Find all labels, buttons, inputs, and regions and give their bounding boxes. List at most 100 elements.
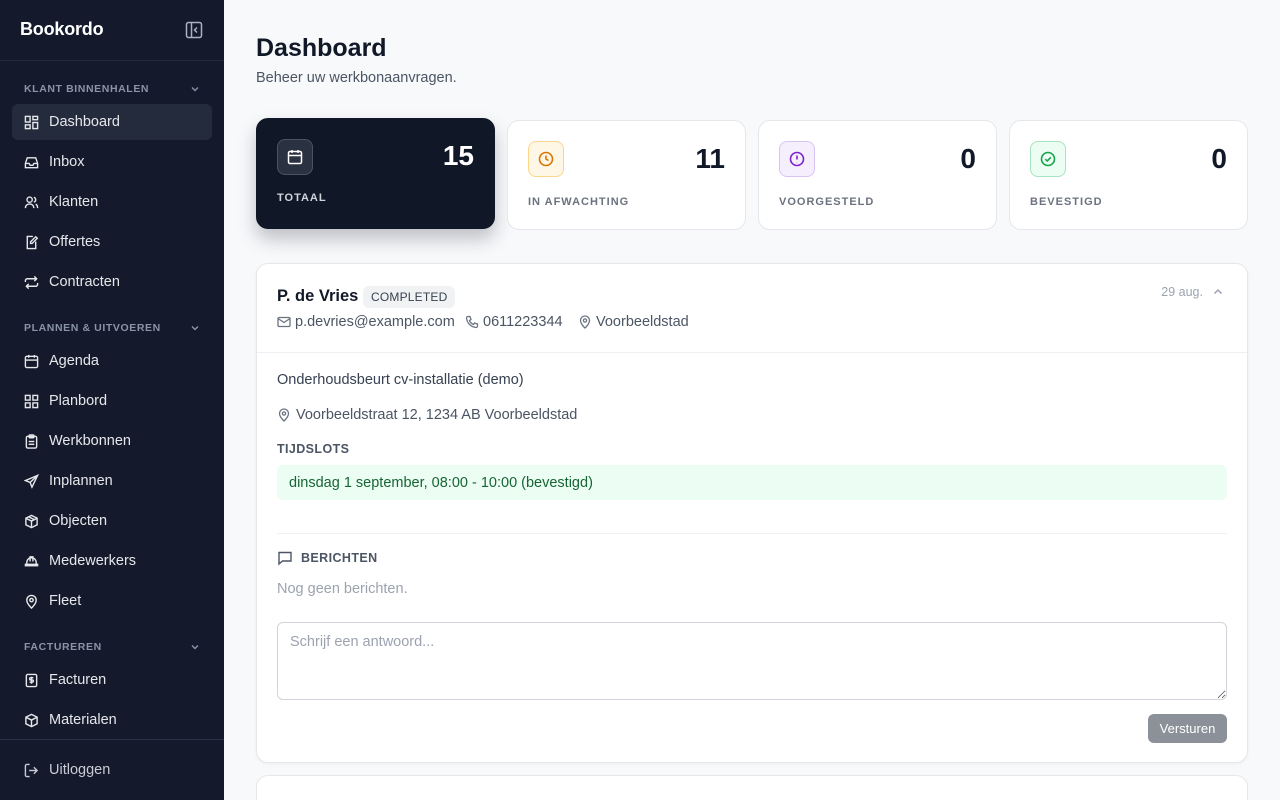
sidebar-item-dashboard[interactable]: Dashboard [12, 104, 212, 140]
customer-email[interactable]: p.devries@example.com [277, 314, 455, 330]
timeslots-heading: TIJDSLOTS [277, 442, 350, 456]
request-description: Onderhoudsbeurt cv-installatie (demo) [277, 372, 524, 388]
grid-icon [24, 394, 39, 408]
sidebar-item-inplannen[interactable]: Inplannen [12, 463, 212, 499]
sidebar: Bookordo KLANT BINNENHALEN Dashboard Inb… [0, 0, 224, 800]
address-text: Voorbeeldstraat 12, 1234 AB Voorbeeldsta… [296, 407, 578, 423]
receipt-icon [25, 673, 38, 687]
sidebar-item-agenda[interactable]: Agenda [12, 343, 212, 379]
timeslot-item: dinsdag 1 september, 08:00 - 10:00 (beve… [277, 465, 1227, 500]
sidebar-item-label: Agenda [49, 353, 99, 369]
sidebar-collapse-button[interactable] [184, 20, 204, 40]
divider [0, 739, 224, 740]
stat-label: VOORGESTELD [779, 196, 875, 208]
stat-card-voorgesteld[interactable]: 0 VOORGESTELD [758, 120, 997, 230]
email-text: p.devries@example.com [295, 314, 455, 330]
main-content: Dashboard Beheer uw werkbonaanvragen. 15… [224, 0, 1280, 800]
message-square-icon [278, 551, 292, 566]
sidebar-item-offertes[interactable]: Offertes [12, 224, 212, 260]
stat-value: 0 [960, 143, 976, 174]
reply-input[interactable] [277, 622, 1227, 700]
clipboard-icon [25, 433, 38, 449]
map-pin-icon [26, 594, 37, 609]
log-out-icon [24, 763, 39, 777]
chevron-up-icon [1213, 288, 1223, 295]
file-edit-icon [26, 235, 39, 249]
section-header-klant-binnenhalen[interactable]: KLANT BINNENHALEN [24, 82, 200, 96]
page-subtitle: Beheer uw werkbonaanvragen. [256, 70, 457, 86]
section-header-plannen-uitvoeren[interactable]: PLANNEN & UITVOEREN [24, 321, 200, 335]
request-card [256, 775, 1248, 800]
send-icon [24, 473, 39, 489]
sidebar-item-label: Inplannen [49, 473, 113, 489]
users-icon [24, 195, 39, 208]
stat-icon [277, 139, 313, 175]
sidebar-item-label: Contracten [49, 274, 120, 290]
map-pin-icon [278, 408, 290, 422]
boxes-icon [25, 514, 38, 528]
app-logo: Bookordo [20, 19, 104, 39]
logout-button[interactable]: Uitloggen [12, 752, 212, 788]
stat-card-in-afwachting[interactable]: 11 IN AFWACHTING [507, 120, 746, 230]
stat-icon [528, 141, 564, 177]
alert-circle-icon [789, 151, 805, 167]
sidebar-item-label: Offertes [49, 234, 101, 250]
panel-left-close-icon [185, 21, 203, 39]
repeat-icon [24, 275, 39, 289]
sidebar-item-label: Objecten [49, 513, 108, 529]
stat-label: TOTAAL [277, 192, 327, 204]
sidebar-item-label: Facturen [49, 672, 107, 688]
sidebar-item-planbord[interactable]: Planbord [12, 383, 212, 419]
dashboard-icon [24, 115, 39, 129]
stat-card-bevestigd[interactable]: 0 BEVESTIGD [1009, 120, 1248, 230]
sidebar-item-werkbonnen[interactable]: Werkbonnen [12, 423, 212, 459]
stat-label: IN AFWACHTING [528, 196, 630, 208]
customer-city: Voorbeeldstad [578, 314, 689, 330]
sidebar-item-label: Inbox [49, 154, 85, 170]
send-button[interactable]: Versturen [1148, 714, 1227, 743]
sidebar-item-materialen[interactable]: Materialen [12, 702, 212, 738]
sidebar-item-objecten[interactable]: Objecten [12, 503, 212, 539]
sidebar-item-facturen[interactable]: Facturen [12, 662, 212, 698]
stat-value: 15 [442, 140, 474, 171]
divider [257, 352, 1247, 353]
stat-value: 0 [1211, 143, 1227, 174]
phone-icon [465, 315, 479, 329]
sidebar-item-inbox[interactable]: Inbox [12, 144, 212, 180]
sidebar-item-label: Medewerkers [49, 553, 137, 569]
calendar-icon [24, 354, 39, 368]
request-card: P. de Vries COMPLETED 29 aug. p.devries@… [256, 263, 1248, 763]
stat-icon [779, 141, 815, 177]
sidebar-item-label: Klanten [49, 194, 99, 210]
sidebar-item-contracten[interactable]: Contracten [12, 264, 212, 300]
stat-card-totaal[interactable]: 15 TOTAAL [256, 118, 495, 229]
chevron-down-icon [191, 645, 199, 650]
logout-label: Uitloggen [49, 762, 111, 778]
check-circle-icon [1040, 151, 1056, 167]
phone-text: 0611223344 [483, 314, 563, 330]
sidebar-item-klanten[interactable]: Klanten [12, 184, 212, 220]
sidebar-item-label: Werkbonnen [49, 433, 131, 449]
messages-heading: BERICHTEN [277, 550, 378, 566]
request-date: 29 aug. [1161, 285, 1203, 299]
messages-heading-label: BERICHTEN [301, 551, 378, 565]
section-title: KLANT BINNENHALEN [24, 83, 150, 95]
section-title: FACTUREREN [24, 641, 102, 653]
sidebar-item-fleet[interactable]: Fleet [12, 583, 212, 619]
page-title: Dashboard [256, 34, 387, 62]
stat-label: BEVESTIGD [1030, 196, 1103, 208]
sidebar-item-label: Dashboard [49, 114, 120, 130]
sidebar-item-label: Fleet [49, 593, 82, 609]
chevron-down-icon [191, 87, 199, 92]
sidebar-item-medewerkers[interactable]: Medewerkers [12, 543, 212, 579]
city-text: Voorbeeldstad [596, 314, 689, 330]
collapse-card-button[interactable] [1209, 283, 1227, 301]
request-address: Voorbeeldstraat 12, 1234 AB Voorbeeldsta… [277, 407, 577, 423]
section-header-factureren[interactable]: FACTUREREN [24, 640, 200, 654]
clock-icon [538, 151, 554, 167]
status-badge: COMPLETED [363, 286, 456, 308]
customer-phone[interactable]: 0611223344 [465, 314, 563, 330]
calendar-icon [287, 150, 303, 165]
divider [277, 533, 1227, 534]
no-messages-text: Nog geen berichten. [277, 581, 408, 597]
